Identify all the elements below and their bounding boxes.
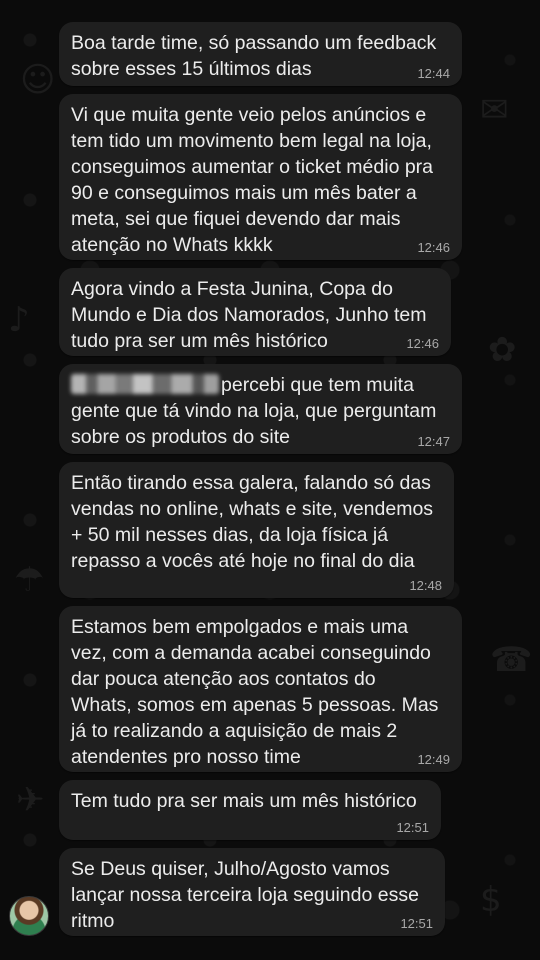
- chat-background: ☺ ✉ ♪ ✿ ☂ ☎ $ ✈ Boa tarde time, só passa…: [0, 0, 540, 960]
- message-bubble[interactable]: Estamos bem empolgados e mais uma vez, c…: [59, 606, 462, 772]
- message-text: Se Deus quiser, Julho/Agosto vamos lança…: [71, 858, 419, 932]
- message-bubble[interactable]: Boa tarde time, só passando um feedback …: [59, 22, 462, 86]
- message-text: Agora vindo a Festa Junina, Copa do Mund…: [71, 278, 427, 352]
- doodle-icon: ☂: [14, 560, 45, 600]
- message-time: 12:46: [417, 240, 450, 255]
- message-bubble[interactable]: Agora vindo a Festa Junina, Copa do Mund…: [59, 268, 451, 356]
- message-time: 12:51: [400, 916, 433, 931]
- message-text: Então tirando essa galera, falando só da…: [71, 472, 434, 572]
- doodle-icon: ✈: [16, 780, 45, 820]
- message-bubble[interactable]: Se Deus quiser, Julho/Agosto vamos lança…: [59, 848, 445, 936]
- message-time: 12:47: [417, 434, 450, 449]
- sender-avatar[interactable]: [9, 896, 49, 936]
- doodle-icon: ✿: [488, 330, 517, 370]
- doodle-icon: ☎: [490, 640, 533, 680]
- message-bubble[interactable]: Então tirando essa galera, falando só da…: [59, 462, 454, 598]
- doodle-icon: ☺: [20, 60, 56, 100]
- doodle-icon: ✉: [480, 90, 509, 130]
- message-time: 12:49: [417, 752, 450, 767]
- doodle-icon: ♪: [8, 300, 30, 340]
- message-bubble[interactable]: Tem tudo pra ser mais um mês histórico 1…: [59, 780, 441, 840]
- message-text: Tem tudo pra ser mais um mês histórico: [71, 790, 417, 812]
- message-time: 12:44: [417, 66, 450, 81]
- message-text: Vi que muita gente veio pelos anúncios e…: [71, 104, 434, 256]
- message-time: 12:48: [409, 578, 442, 593]
- redacted-name: [71, 374, 219, 394]
- message-bubble[interactable]: percebi que tem muita gente que tá vindo…: [59, 364, 462, 454]
- message-bubble[interactable]: Vi que muita gente veio pelos anúncios e…: [59, 94, 462, 260]
- message-text: Estamos bem empolgados e mais uma vez, c…: [71, 616, 439, 768]
- doodle-icon: $: [480, 880, 502, 920]
- message-text: percebi que tem muita gente que tá vindo…: [71, 372, 450, 450]
- message-text: Boa tarde time, só passando um feedback …: [71, 32, 437, 80]
- message-time: 12:51: [396, 820, 429, 835]
- message-time: 12:46: [406, 336, 439, 351]
